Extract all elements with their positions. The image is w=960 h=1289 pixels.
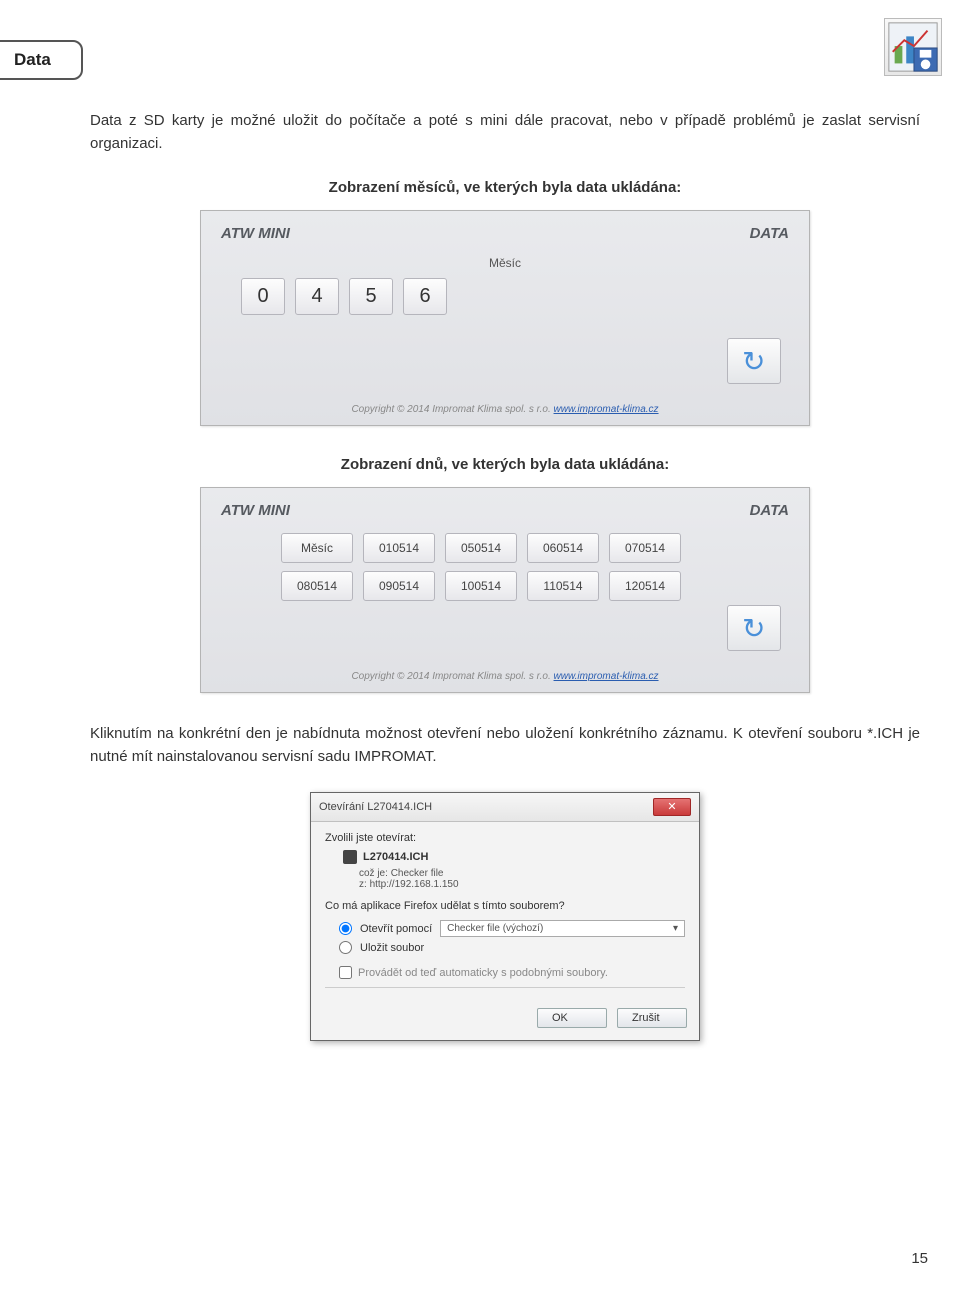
month-button-3[interactable]: 6 bbox=[403, 278, 447, 315]
day-btn-r2c1[interactable]: 090514 bbox=[363, 571, 435, 601]
remember-label: Provádět od teď automaticky s podobnými … bbox=[358, 967, 608, 979]
panel1-heading: Zobrazení měsíců, ve kterých byla data u… bbox=[90, 179, 920, 196]
back-button[interactable]: ↺ bbox=[727, 338, 781, 384]
day-btn-r1c0[interactable]: Měsíc bbox=[281, 533, 353, 563]
dialog-type-label: což je: bbox=[359, 868, 388, 879]
intro-text: Data z SD karty je možné uložit do počít… bbox=[90, 110, 920, 155]
panel2-link[interactable]: www.impromat-klima.cz bbox=[554, 671, 659, 682]
month-button-0[interactable]: 0 bbox=[241, 278, 285, 315]
panel2-heading: Zobrazení dnů, ve kterých byla data uklá… bbox=[90, 456, 920, 473]
months-panel: ATW MINI DATA Měsíc 0 4 5 6 ↺ Copyright … bbox=[200, 210, 810, 426]
day-btn-r2c4[interactable]: 120514 bbox=[609, 571, 681, 601]
panel1-link[interactable]: www.impromat-klima.cz bbox=[554, 404, 659, 415]
para2-text: Kliknutím na konkrétní den je nabídnuta … bbox=[90, 723, 920, 768]
days-panel: ATW MINI DATA Měsíc 010514 050514 060514… bbox=[200, 487, 810, 693]
open-with-label: Otevřít pomocí bbox=[360, 923, 432, 935]
panel1-title-left: ATW MINI bbox=[221, 225, 290, 242]
day-btn-r1c1[interactable]: 010514 bbox=[363, 533, 435, 563]
day-btn-r2c0[interactable]: 080514 bbox=[281, 571, 353, 601]
file-icon bbox=[343, 850, 357, 864]
undo-arrow-icon: ↺ bbox=[742, 345, 765, 378]
day-btn-r1c2[interactable]: 050514 bbox=[445, 533, 517, 563]
app-icon bbox=[884, 18, 942, 76]
dialog-type-value: Checker file bbox=[391, 868, 444, 879]
dialog-title-text: Otevírání L270414.ICH bbox=[319, 801, 432, 813]
panel1-copyright: Copyright © 2014 Impromat Klima spol. s … bbox=[351, 404, 550, 415]
day-btn-r1c3[interactable]: 060514 bbox=[527, 533, 599, 563]
open-with-select[interactable]: Checker file (výchozí) bbox=[440, 920, 685, 937]
month-button-2[interactable]: 5 bbox=[349, 278, 393, 315]
download-dialog: Otevírání L270414.ICH ✕ Zvolili jste ote… bbox=[310, 792, 700, 1041]
dialog-question: Co má aplikace Firefox udělat s tímto so… bbox=[325, 900, 685, 912]
section-title: Data bbox=[14, 50, 51, 69]
panel2-title-left: ATW MINI bbox=[221, 502, 290, 519]
undo-arrow-icon: ↺ bbox=[742, 612, 765, 645]
panel1-label: Měsíc bbox=[221, 256, 789, 270]
panel2-title-right: DATA bbox=[750, 502, 789, 519]
dialog-from-label: z: bbox=[359, 879, 367, 890]
panel2-copyright: Copyright © 2014 Impromat Klima spol. s … bbox=[351, 671, 550, 682]
panel1-title-right: DATA bbox=[750, 225, 789, 242]
save-file-label: Uložit soubor bbox=[360, 942, 424, 954]
ok-button[interactable]: OK bbox=[537, 1008, 607, 1028]
month-button-1[interactable]: 4 bbox=[295, 278, 339, 315]
page-number: 15 bbox=[911, 1250, 928, 1267]
day-btn-r2c2[interactable]: 100514 bbox=[445, 571, 517, 601]
dialog-from-value: http://192.168.1.150 bbox=[370, 879, 459, 890]
dialog-filename: L270414.ICH bbox=[363, 851, 428, 863]
dialog-intro: Zvolili jste otevírat: bbox=[325, 832, 685, 844]
dialog-divider bbox=[325, 987, 685, 988]
cancel-button[interactable]: Zrušit bbox=[617, 1008, 687, 1028]
open-with-radio[interactable] bbox=[339, 922, 352, 935]
section-title-tab: Data bbox=[0, 40, 83, 80]
dialog-close-button[interactable]: ✕ bbox=[653, 798, 691, 816]
remember-checkbox[interactable] bbox=[339, 966, 352, 979]
save-file-radio[interactable] bbox=[339, 941, 352, 954]
day-btn-r1c4[interactable]: 070514 bbox=[609, 533, 681, 563]
day-btn-r2c3[interactable]: 110514 bbox=[527, 571, 599, 601]
back-button-2[interactable]: ↺ bbox=[727, 605, 781, 651]
open-with-value: Checker file (výchozí) bbox=[447, 923, 543, 934]
